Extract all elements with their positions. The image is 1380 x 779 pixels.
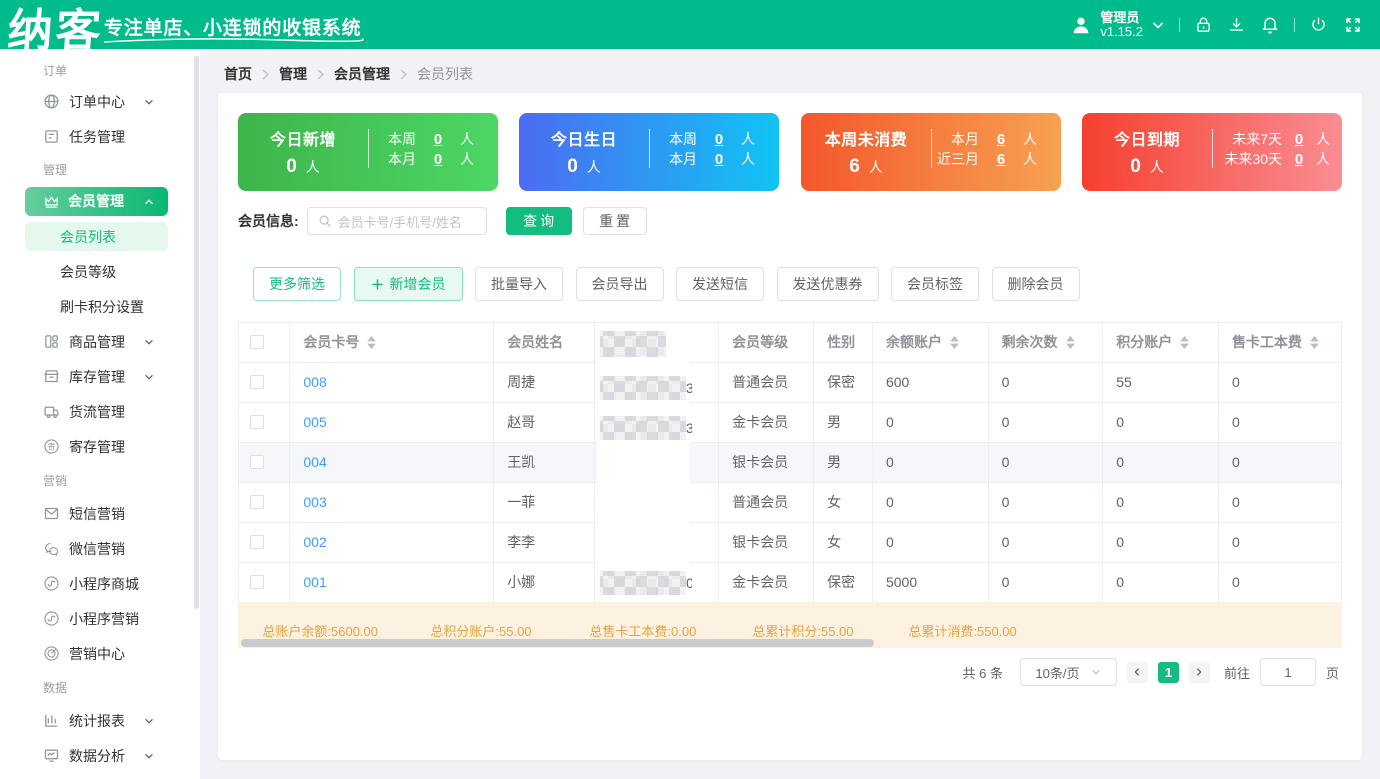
svg-text:寄: 寄	[48, 441, 56, 451]
